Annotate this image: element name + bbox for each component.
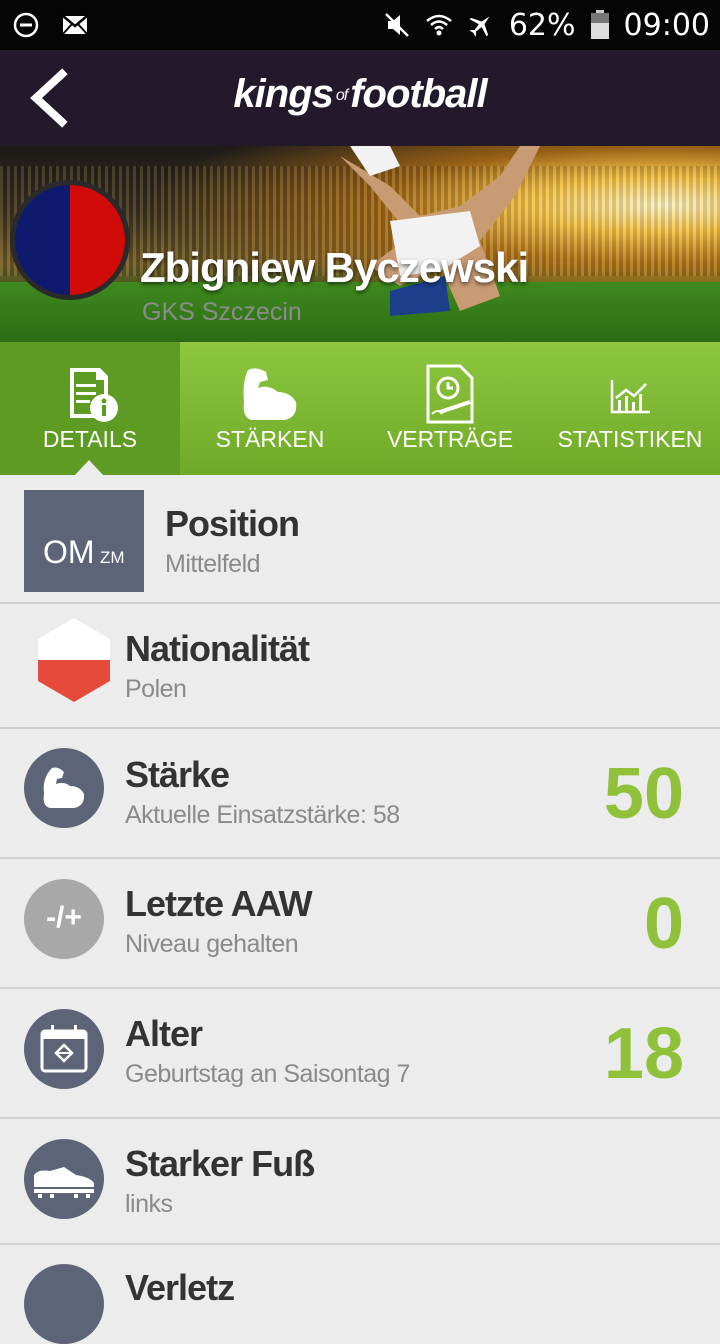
tab-statistiken[interactable]: STATISTIKEN	[540, 342, 720, 475]
nationality-subtitle: Polen	[125, 675, 187, 703]
stats-chart-icon	[610, 380, 650, 414]
position-badge: OM ZM	[24, 490, 144, 592]
mail-icon	[62, 15, 88, 35]
list-item-injury-partial: Verletz	[0, 1245, 720, 1344]
strong-foot-title: Starker Fuß	[125, 1143, 315, 1184]
list-item-strength: Stärke Aktuelle Einsatzstärke: 58 50	[0, 729, 720, 859]
tab-staerken-label: STÄRKEN	[215, 426, 325, 452]
age-subtitle: Geburtstag an Saisontag 7	[125, 1060, 410, 1088]
strength-arm-icon	[24, 748, 104, 828]
tab-statistiken-label: STATISTIKEN	[557, 426, 703, 452]
do-not-disturb-icon	[13, 12, 39, 38]
injury-icon	[24, 1264, 104, 1344]
last-aaw-title: Letzte AAW	[125, 883, 313, 924]
wifi-icon	[426, 14, 452, 36]
logo-kings: kings	[233, 72, 333, 116]
airplane-mode-icon	[469, 16, 490, 37]
strong-foot-subtitle: links	[125, 1190, 173, 1218]
nationality-title: Nationalität	[125, 628, 310, 669]
app-bar: kings offootball	[0, 50, 720, 146]
injury-title: Verletz	[125, 1267, 235, 1308]
age-value: 18	[603, 1014, 684, 1094]
list-item-position: OM ZM Position Mittelfeld	[0, 475, 720, 604]
active-tab-indicator	[74, 460, 104, 476]
last-aaw-subtitle: Niveau gehalten	[125, 930, 299, 958]
list-item-last-aaw: -/+ Letzte AAW Niveau gehalten 0	[0, 859, 720, 989]
plus-minus-text: -/+	[46, 901, 82, 934]
logo-football: football	[350, 72, 487, 116]
tab-staerken[interactable]: STÄRKEN	[180, 342, 360, 475]
strength-arm-icon	[243, 368, 297, 420]
tab-details-label: DETAILS	[42, 426, 138, 452]
tab-vertraege-label: VERTRÄGE	[386, 426, 514, 452]
position-main: OM	[43, 534, 95, 570]
poland-flag-icon	[38, 618, 110, 702]
position-secondary: ZM	[100, 548, 125, 567]
clock: 09:00	[623, 7, 710, 43]
position-title: Position	[165, 503, 300, 544]
tab-bar: DETAILS STÄRKEN VERTRÄGE STATISTIKEN	[0, 342, 720, 476]
plus-minus-icon: -/+	[24, 879, 104, 959]
logo-of: of	[335, 87, 348, 105]
mute-icon	[384, 13, 409, 37]
strength-value: 50	[603, 754, 684, 834]
details-list: OM ZM Position Mittelfeld Nationalität P…	[0, 475, 720, 1344]
tab-details[interactable]: DETAILS	[0, 342, 180, 476]
app-logo: kings offootball	[0, 72, 720, 117]
last-aaw-value: 0	[643, 884, 684, 964]
player-name: Zbigniew Byczewski	[140, 244, 529, 291]
club-badge	[10, 180, 130, 300]
strength-subtitle: Aktuelle Einsatzstärke: 58	[125, 801, 400, 829]
football-boot-icon	[24, 1139, 104, 1219]
details-icon	[70, 368, 118, 422]
battery-icon	[590, 10, 609, 39]
status-bar: 62% 09:00	[0, 0, 720, 50]
battery-percent: 62%	[508, 7, 576, 43]
list-item-age: Alter Geburtstag an Saisontag 7 18	[0, 989, 720, 1119]
tab-vertraege[interactable]: VERTRÄGE	[360, 342, 540, 475]
calendar-icon	[24, 1009, 104, 1089]
strength-title: Stärke	[125, 754, 230, 795]
age-title: Alter	[125, 1013, 203, 1054]
position-subtitle: Mittelfeld	[165, 550, 261, 578]
list-item-strong-foot: Starker Fuß links	[0, 1119, 720, 1245]
club-name: GKS Szczecin	[142, 298, 302, 326]
list-item-nationality: Nationalität Polen	[0, 604, 720, 729]
contract-icon	[426, 364, 474, 424]
